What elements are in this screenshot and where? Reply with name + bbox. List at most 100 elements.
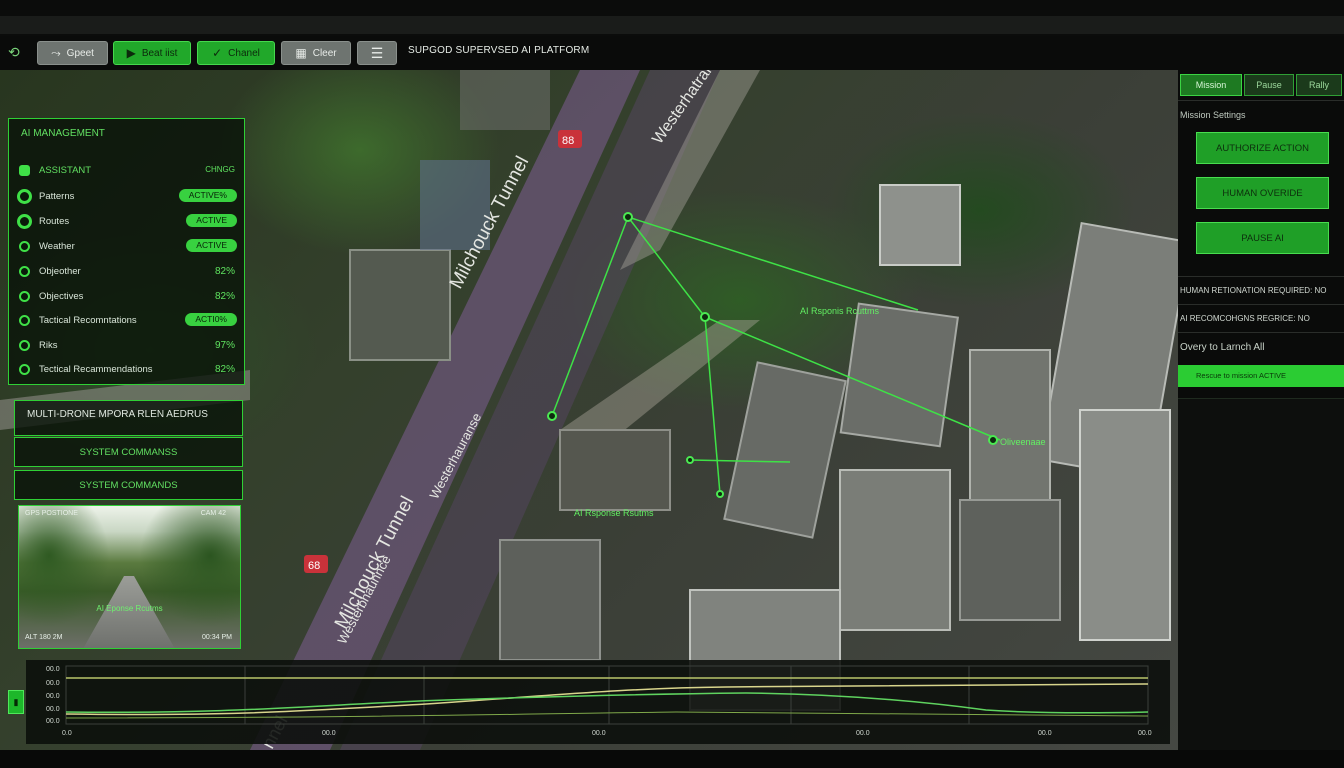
waypoint[interactable] (988, 435, 998, 445)
trash-icon: ▦ (295, 46, 307, 60)
status-badge: ACTI0% (185, 313, 237, 326)
system-commands-button[interactable]: SYSTEM COMMANSS (14, 437, 243, 467)
road-sign-text: 88 (562, 135, 574, 147)
telemetry-graph: 00.0 00.0 00.0 00.0 00.0 0.0 00.0 00.0 0… (26, 660, 1170, 744)
pause-ai-button[interactable]: PAUSE AI (1196, 222, 1329, 254)
panel-title: MULTI-DRONE MPORA RLEN AEDRUS (27, 409, 208, 420)
play-icon: ▶ (126, 46, 136, 60)
divider (1178, 100, 1344, 101)
status-badge: ACTIVE% (178, 189, 237, 202)
route-line (627, 216, 919, 311)
status-dot-icon (19, 266, 30, 277)
launch-label: Overy to Larnch All (1180, 342, 1265, 353)
graph-series (65, 692, 1149, 714)
x-tick: 0.0 (62, 730, 72, 737)
system-commands-button[interactable]: SYSTEM COMMANDS (14, 470, 243, 500)
y-tick: 00.0 (46, 666, 60, 673)
toolbar-button-label: Chanel (228, 47, 260, 59)
route-icon: ⤳ (51, 45, 61, 60)
status-badge: ACTIVE (186, 239, 237, 252)
status-dot-icon (19, 241, 30, 252)
building (839, 302, 959, 448)
tab-rally[interactable]: Rally (1296, 74, 1342, 96)
tab-mission[interactable]: Mission (1180, 74, 1242, 96)
y-tick: 00.0 (46, 693, 60, 700)
x-tick: 00.0 (322, 730, 336, 737)
status-dot-icon (19, 340, 30, 351)
building (879, 184, 961, 266)
row-value: 97% (214, 340, 235, 351)
camera-caption: CAM 42 (200, 510, 226, 517)
x-tick: 00.0 (1038, 730, 1052, 737)
toolbar-button-beat[interactable]: ▶ Beat iist (113, 41, 191, 65)
status-ring-icon (17, 189, 32, 204)
map-ai-label: Oliveenaae (1000, 437, 1046, 447)
building (499, 539, 601, 661)
waypoint[interactable] (547, 411, 557, 421)
y-tick: 00.0 (46, 680, 60, 687)
assistant-icon (19, 165, 30, 176)
ai-row-routes[interactable]: Routes ACTIVE (17, 214, 239, 232)
hamburger-icon: ☰ (370, 44, 384, 61)
status-line: AI RECOMCOHGNS REGRICE: NO (1180, 314, 1310, 323)
waypoint[interactable] (716, 490, 724, 498)
x-tick: 00.0 (592, 730, 606, 737)
leaf-icon: ✓ (212, 46, 223, 60)
divider (1178, 276, 1344, 277)
y-tick: 00.0 (46, 706, 60, 713)
menu-button[interactable]: ☰ (357, 41, 397, 65)
toolbar-button-cleer[interactable]: ▦ Cleer (281, 41, 351, 65)
building (349, 249, 451, 361)
road-sign-text: 68 (308, 560, 320, 572)
title-bar (0, 0, 1344, 36)
row-value: CHNGG (205, 165, 235, 174)
section-title: Mission Settings (1180, 110, 1246, 120)
panel-title: AI MANAGEMENT (21, 128, 105, 139)
x-tick: 00.0 (856, 730, 870, 737)
status-dot-icon (19, 315, 30, 326)
ai-row-patterns[interactable]: Patterns ACTIVE% (17, 189, 239, 207)
ai-management-panel: AI MANAGEMENT ASSISTANT CHNGG Patterns A… (8, 118, 245, 385)
button-label: SYSTEM COMMANDS (79, 479, 178, 491)
map-ai-label: AI Rsponse Rsutms (574, 508, 654, 518)
camera-ai-label: AI Eponse Rcutms (96, 604, 163, 613)
ai-row-objeother[interactable]: Objeother 82% (19, 264, 239, 282)
divider (1178, 304, 1344, 305)
assistant-row[interactable]: ASSISTANT CHNGG (19, 163, 239, 181)
tab-pause[interactable]: Pause (1244, 74, 1294, 96)
row-label: ASSISTANT (39, 165, 92, 176)
waypoint[interactable] (700, 312, 710, 322)
status-badge: ACTIVE (186, 214, 237, 227)
toolbar-button-label: Gpeet (66, 47, 94, 59)
camera-caption: 00:34 PM (202, 634, 232, 641)
ai-row-recommendations[interactable]: Tectical Recammendations 82% (19, 362, 239, 380)
divider (1178, 332, 1344, 333)
waypoint[interactable] (686, 456, 694, 464)
status-bar-label: Rescue to mission ACTIVE (1196, 371, 1287, 380)
row-label: Routes (39, 216, 70, 227)
waypoint[interactable] (623, 212, 633, 222)
ai-row-risks[interactable]: Riks 97% (19, 338, 239, 356)
title-strip (0, 16, 1344, 34)
row-value: 82% (214, 291, 235, 302)
right-panel: Mission Pause Rally Mission Settings AUT… (1178, 70, 1344, 751)
authorize-action-button[interactable]: AUTHORIZE ACTION (1196, 132, 1329, 164)
ai-row-objectives[interactable]: Objectives 82% (19, 289, 239, 307)
x-tick: 00.0 (1138, 730, 1152, 737)
app-title: SUPGOD SUPERVSED AI PLATFORM (408, 45, 590, 56)
status-ring-icon (17, 214, 32, 229)
camera-caption: ALT 180 2M (25, 634, 63, 641)
toolbar-button-chanel[interactable]: ✓ Chanel (197, 41, 275, 65)
ai-row-weather[interactable]: Weather ACTIVE (19, 239, 239, 257)
toolbar-button-gpeet[interactable]: ⤳ Gpeet (37, 41, 108, 65)
human-override-button[interactable]: HUMAN OVERIDE (1196, 177, 1329, 209)
mission-status-bar[interactable]: Rescue to mission ACTIVE (1178, 365, 1344, 387)
logo-icon: ⟲ (8, 44, 20, 60)
row-value: 82% (214, 266, 235, 277)
battery-icon[interactable]: ▮ (8, 690, 24, 714)
ai-row-tactical[interactable]: Tactical Recomntations ACTI0% (19, 313, 239, 331)
building (969, 349, 1051, 501)
drone-camera-feed[interactable]: GPS POSTIONE CAM 42 ALT 180 2M 00:34 PM … (18, 505, 241, 649)
row-label: Objectives (39, 291, 84, 302)
row-label: Patterns (39, 191, 75, 202)
